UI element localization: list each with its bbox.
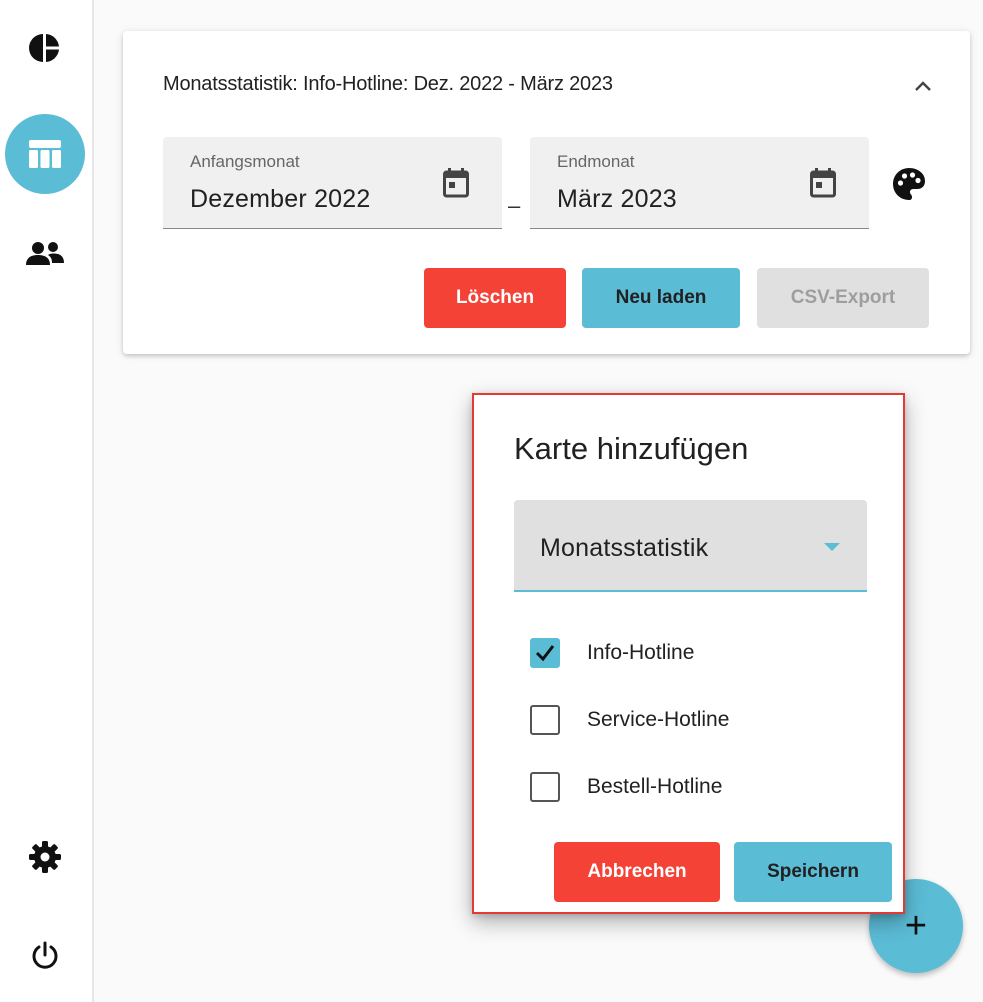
checkbox[interactable] bbox=[530, 638, 560, 668]
card-title: Monatsstatistik: Info-Hotline: Dez. 2022… bbox=[163, 73, 613, 95]
sidebar bbox=[0, 0, 94, 1002]
gear-icon bbox=[28, 840, 62, 874]
collapse-button[interactable] bbox=[910, 73, 936, 99]
option-service-hotline[interactable]: Service-Hotline bbox=[530, 705, 729, 735]
sidebar-item-settings[interactable] bbox=[5, 817, 85, 897]
dialog-title: Karte hinzufügen bbox=[514, 431, 749, 466]
checkbox[interactable] bbox=[530, 705, 560, 735]
range-separator: – bbox=[508, 193, 521, 218]
dropdown-arrow-icon bbox=[824, 543, 840, 551]
table-icon bbox=[29, 140, 61, 168]
option-label: Bestell-Hotline bbox=[587, 775, 723, 798]
end-month-label: Endmonat bbox=[557, 152, 635, 171]
option-label: Service-Hotline bbox=[587, 708, 730, 731]
add-card-dialog: Karte hinzufügen Monatsstatistik Info-Ho… bbox=[472, 393, 905, 914]
people-icon bbox=[26, 241, 64, 267]
end-month-value: März 2023 bbox=[557, 185, 677, 213]
checkmark-icon bbox=[535, 645, 555, 662]
end-month-field[interactable]: Endmonat März 2023 bbox=[530, 137, 869, 229]
statistics-card: Monatsstatistik: Info-Hotline: Dez. 2022… bbox=[123, 31, 970, 354]
cancel-button[interactable]: Abbrechen bbox=[554, 842, 720, 902]
power-icon bbox=[30, 940, 60, 970]
chevron-up-icon bbox=[910, 81, 936, 103]
checkbox[interactable] bbox=[530, 772, 560, 802]
csv-export-button: CSV-Export bbox=[757, 268, 929, 328]
calendar-icon[interactable] bbox=[809, 167, 837, 199]
color-palette-button[interactable] bbox=[890, 165, 928, 203]
sidebar-item-statistics[interactable] bbox=[5, 8, 85, 88]
delete-button[interactable]: Löschen bbox=[424, 268, 566, 328]
sidebar-item-users[interactable] bbox=[5, 214, 85, 294]
card-type-value: Monatsstatistik bbox=[540, 534, 709, 562]
start-month-field[interactable]: Anfangsmonat Dezember 2022 bbox=[163, 137, 502, 229]
calendar-icon[interactable] bbox=[442, 167, 470, 199]
sidebar-item-logout[interactable] bbox=[5, 915, 85, 995]
start-month-label: Anfangsmonat bbox=[190, 152, 300, 171]
option-bestell-hotline[interactable]: Bestell-Hotline bbox=[530, 772, 722, 802]
pie-chart-icon bbox=[29, 32, 61, 64]
card-type-select[interactable]: Monatsstatistik bbox=[514, 500, 867, 592]
save-button[interactable]: Speichern bbox=[734, 842, 892, 902]
option-label: Info-Hotline bbox=[587, 641, 695, 664]
palette-icon bbox=[890, 168, 928, 207]
start-month-value: Dezember 2022 bbox=[190, 185, 371, 213]
option-info-hotline[interactable]: Info-Hotline bbox=[530, 638, 694, 668]
reload-button[interactable]: Neu laden bbox=[582, 268, 740, 328]
sidebar-item-tables[interactable] bbox=[5, 114, 85, 194]
